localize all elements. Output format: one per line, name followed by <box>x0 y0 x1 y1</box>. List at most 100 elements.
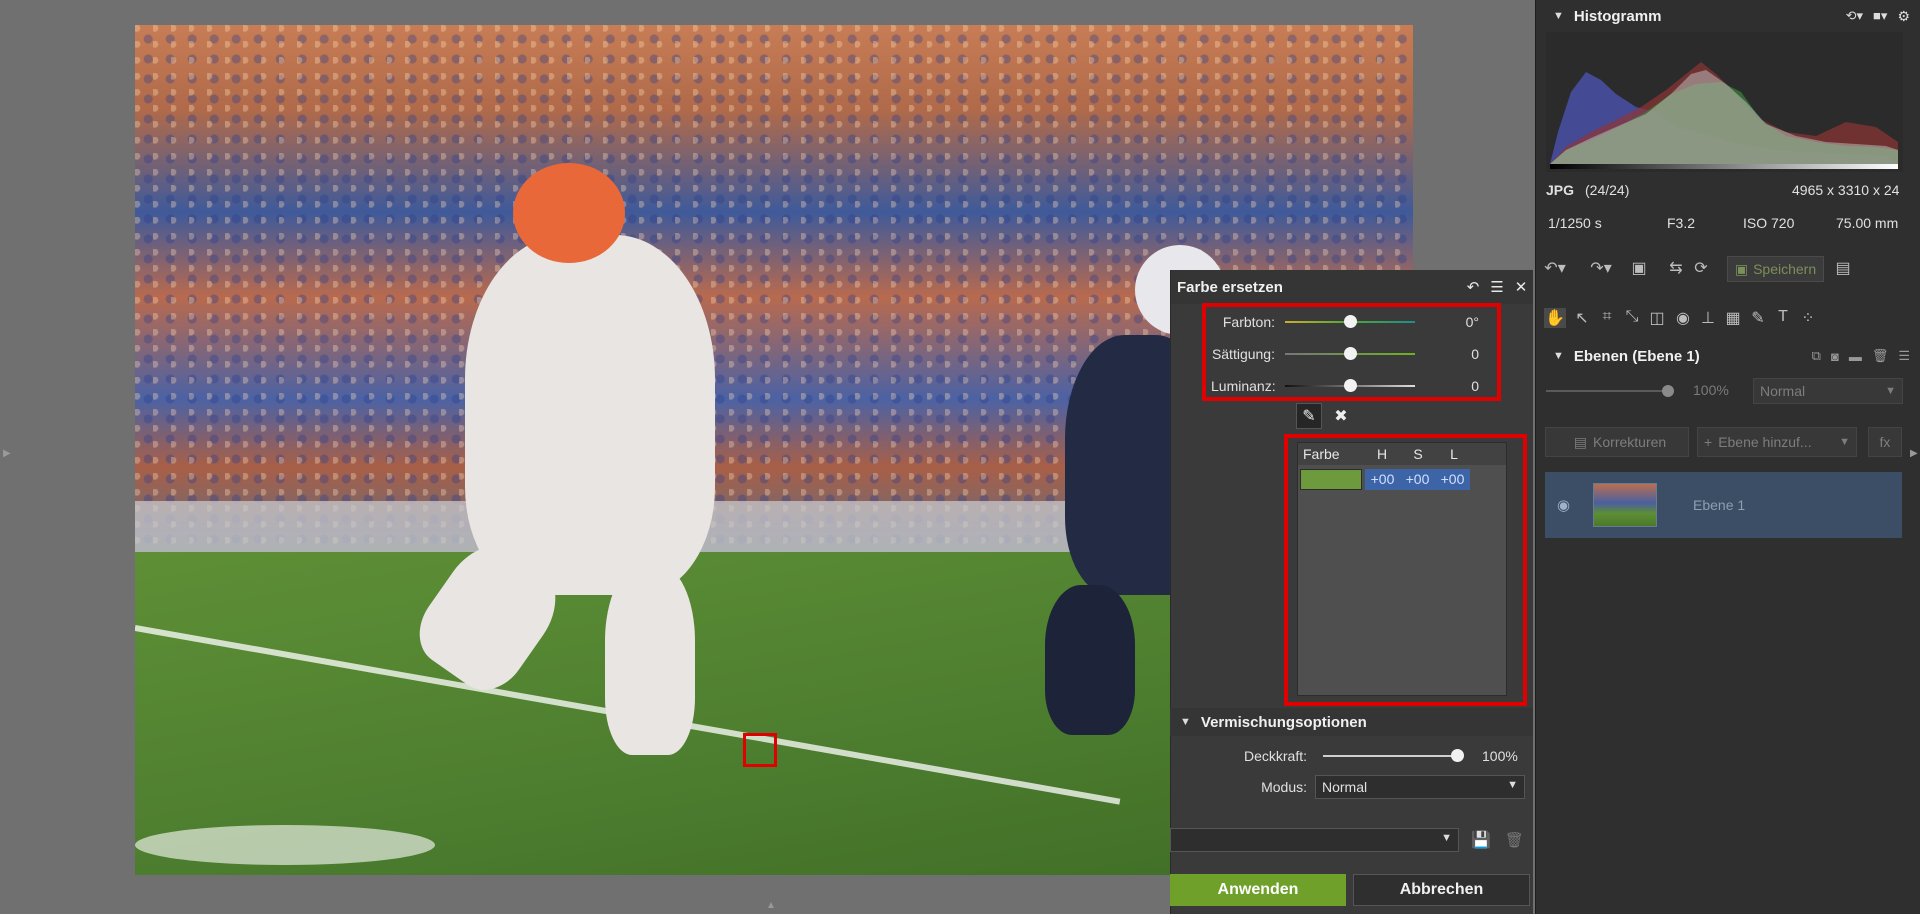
player-navy-leg <box>1045 585 1135 735</box>
shutter-speed: 1/1250 s <box>1548 215 1602 231</box>
dialog-title: Farbe ersetzen <box>1177 278 1283 296</box>
dialog-title-bar: Farbe ersetzen ↶ ☰ ✕ <box>1171 270 1533 304</box>
layer-opacity-slider[interactable] <box>1546 385 1674 397</box>
blend-options-title: Vermischungsoptionen <box>1200 713 1367 731</box>
stamp-icon[interactable]: ⊥ <box>1697 308 1719 328</box>
preset-select[interactable]: ▼ <box>1170 828 1459 852</box>
close-icon[interactable]: ✕ <box>1509 278 1533 296</box>
delete-preset-icon[interactable]: 🗑 <box>1505 831 1524 849</box>
red-eye-icon[interactable]: ◉ <box>1672 308 1694 328</box>
compare-icon[interactable]: ⇆ <box>1665 258 1687 278</box>
field-line <box>135 825 435 865</box>
save-label: Speichern <box>1753 261 1817 277</box>
corrections-icon: ▤ <box>1573 433 1588 450</box>
layer-blend-mode-value: Normal <box>1760 383 1806 399</box>
crop-icon[interactable]: ⌗ <box>1596 308 1618 326</box>
duplicate-layer-icon[interactable]: ⧉ <box>1812 348 1821 364</box>
settings-icon[interactable]: ⚙ <box>1897 8 1910 25</box>
histogram-options-icon[interactable]: ⟲▾ <box>1846 8 1863 24</box>
corrections-label: Korrekturen <box>1593 434 1667 450</box>
clipping-icon[interactable]: ■▾ <box>1873 8 1887 24</box>
opacity-slider-thumb[interactable] <box>1451 749 1464 762</box>
opacity-value: 100% <box>1482 748 1518 764</box>
histogram-title: Histogramm <box>1573 7 1662 25</box>
chevron-down-icon[interactable]: ▼ <box>1553 10 1564 22</box>
opacity-slider[interactable] <box>1323 749 1464 762</box>
file-format: JPG <box>1546 182 1575 198</box>
left-panel-toggle-icon[interactable]: ▶ <box>3 448 11 459</box>
layer-blend-mode-select[interactable]: Normal ▼ <box>1753 378 1903 404</box>
iso: ISO 720 <box>1743 215 1795 231</box>
save-icon: ▣ <box>1734 260 1749 277</box>
layer-opacity-value: 100% <box>1693 382 1729 398</box>
histogram-chart <box>1546 32 1903 172</box>
transform-icon[interactable]: ◫ <box>1646 308 1668 328</box>
chevron-down-icon: ▼ <box>1441 832 1452 844</box>
right-panel-toggle-icon[interactable]: ▶ <box>1910 448 1918 459</box>
add-layer-button[interactable]: + Ebene hinzuf... ▼ <box>1697 427 1857 457</box>
save-button[interactable]: ▣ Speichern <box>1727 256 1824 282</box>
layers-header[interactable]: ▼ Ebenen (Ebene 1) ⧉ ◙ ▬ 🗑 ☰ <box>1535 340 1920 372</box>
layers-menu-icon[interactable]: ☰ <box>1898 348 1910 364</box>
fx-button[interactable]: fx <box>1868 427 1902 457</box>
add-layer-label: Ebene hinzuf... <box>1718 434 1812 450</box>
color-sample-marker[interactable] <box>743 733 777 767</box>
remove-color-icon[interactable]: ✖ <box>1328 403 1354 429</box>
export-icon[interactable]: ▤ <box>1832 258 1854 278</box>
blend-mode-select[interactable]: Normal ▼ <box>1315 775 1525 799</box>
undo-icon[interactable]: ↶▾ <box>1544 258 1566 278</box>
brush-icon[interactable]: ✎ <box>1747 308 1769 328</box>
chevron-down-icon: ▼ <box>1885 385 1896 397</box>
chevron-down-icon: ▼ <box>1507 779 1518 791</box>
histogram <box>1546 32 1903 172</box>
blend-mode-value: Normal <box>1322 779 1368 795</box>
image-icon[interactable]: ▣ <box>1628 258 1650 278</box>
undo-icon[interactable]: ↶ <box>1461 278 1485 296</box>
image-dimensions: 4965 x 3310 x 24 <box>1792 182 1900 198</box>
chevron-down-icon[interactable]: ▼ <box>1180 716 1191 728</box>
layer-opacity-thumb[interactable] <box>1662 385 1674 397</box>
menu-icon[interactable]: ☰ <box>1485 278 1509 296</box>
file-count: (24/24) <box>1585 182 1630 198</box>
corrections-button[interactable]: ▤ Korrekturen <box>1545 427 1689 457</box>
select-icon[interactable]: ↖ <box>1571 308 1593 328</box>
layer-row[interactable]: ◉ Ebene 1 <box>1545 472 1902 538</box>
layers-title: Ebenen (Ebene 1) <box>1573 347 1700 365</box>
plus-icon: + <box>1704 434 1713 450</box>
layer-name: Ebene 1 <box>1693 497 1746 513</box>
hand-icon[interactable]: ✋ <box>1544 308 1566 328</box>
aperture: F3.2 <box>1667 215 1696 231</box>
slider-highlight-box <box>1202 303 1501 401</box>
bottom-panel-toggle-icon[interactable]: ▲ <box>766 900 776 911</box>
eyedropper-icon[interactable]: ✎ <box>1296 403 1322 429</box>
redo-icon[interactable]: ↷▾ <box>1590 258 1612 278</box>
layer-thumbnail <box>1593 483 1657 527</box>
mask-icon[interactable]: ◙ <box>1831 349 1839 364</box>
mode-row: Modus: Normal ▼ <box>1170 773 1525 801</box>
rotate-icon[interactable]: ⟳ <box>1690 258 1712 278</box>
histogram-header[interactable]: ▼ Histogramm ⟲▾ ■▾ ⚙ <box>1535 0 1920 32</box>
player-helmet-orange <box>513 163 625 263</box>
apply-button[interactable]: Anwenden <box>1170 874 1346 906</box>
color-table-highlight-box <box>1284 434 1527 706</box>
chevron-down-icon[interactable]: ▼ <box>1553 350 1564 362</box>
more-tools-icon[interactable]: ⁘ <box>1797 308 1819 328</box>
eye-icon[interactable]: ◉ <box>1557 496 1570 514</box>
player-white-leg <box>605 565 695 755</box>
text-icon[interactable]: T <box>1772 308 1794 326</box>
blend-options-header[interactable]: ▼ Vermischungsoptionen <box>1170 708 1533 736</box>
focal-length: 75.00 mm <box>1836 215 1899 231</box>
clone-icon[interactable]: ▦ <box>1722 308 1744 328</box>
picker-tools: ✎ ✖ <box>1296 403 1354 429</box>
mode-label: Modus: <box>1261 779 1307 795</box>
chevron-down-icon: ▼ <box>1839 436 1850 448</box>
fx-label: fx <box>1879 434 1891 450</box>
opacity-label: Deckkraft: <box>1243 748 1307 764</box>
save-preset-icon[interactable]: 💾 <box>1471 830 1491 850</box>
opacity-row: Deckkraft: 100% <box>1170 742 1518 770</box>
folder-icon[interactable]: ▬ <box>1849 349 1862 364</box>
cancel-button[interactable]: Abbrechen <box>1353 874 1530 906</box>
preset-row: ▼ 💾 🗑 <box>1170 826 1533 854</box>
straighten-icon[interactable]: ⤡ <box>1621 308 1643 326</box>
delete-layer-icon[interactable]: 🗑 <box>1872 348 1889 364</box>
